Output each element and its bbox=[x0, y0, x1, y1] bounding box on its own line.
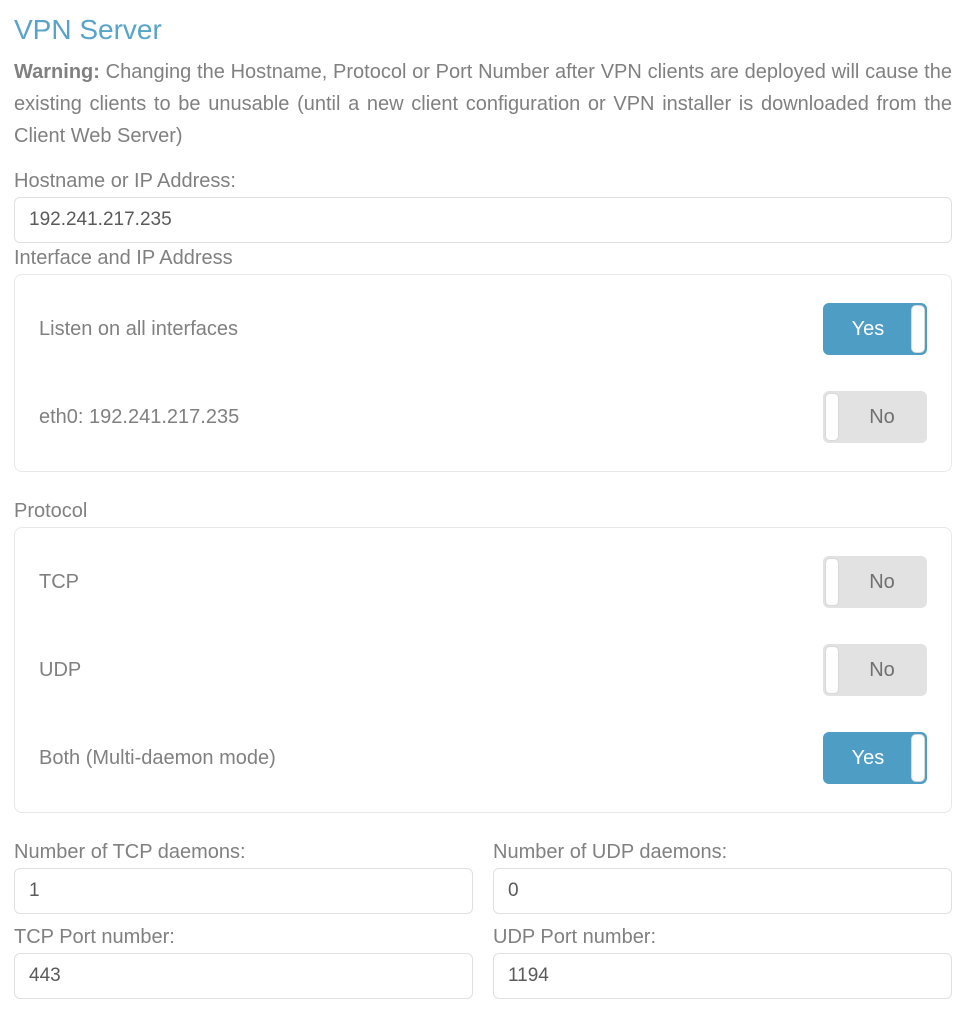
toggle-handle bbox=[825, 558, 839, 606]
page-title: VPN Server bbox=[14, 14, 952, 46]
udp-port-input[interactable] bbox=[493, 953, 952, 999]
protocol-section-label: Protocol bbox=[14, 500, 952, 523]
interface-option-row: eth0: 192.241.217.235 No bbox=[39, 373, 927, 453]
toggle-handle bbox=[911, 734, 925, 782]
toggle-listen-all-interfaces[interactable]: Yes bbox=[823, 303, 927, 355]
udp-daemons-input[interactable] bbox=[493, 868, 952, 914]
warning-label: Warning: bbox=[14, 61, 100, 83]
toggle-handle bbox=[825, 646, 839, 694]
toggle-handle bbox=[825, 393, 839, 441]
tcp-port-input[interactable] bbox=[14, 953, 473, 999]
protocol-option-row: TCP No bbox=[39, 546, 927, 626]
udp-daemons-label: Number of UDP daemons: bbox=[493, 841, 952, 864]
hostname-input[interactable] bbox=[14, 197, 952, 243]
warning-paragraph: Warning: Changing the Hostname, Protocol… bbox=[14, 56, 952, 152]
tcp-port-label: TCP Port number: bbox=[14, 926, 473, 949]
interface-option-label: eth0: 192.241.217.235 bbox=[39, 406, 239, 429]
tcp-daemons-label: Number of TCP daemons: bbox=[14, 841, 473, 864]
protocol-option-label: Both (Multi-daemon mode) bbox=[39, 747, 276, 770]
hostname-label: Hostname or IP Address: bbox=[14, 170, 952, 193]
interface-option-label: Listen on all interfaces bbox=[39, 318, 238, 341]
protocol-option-row: Both (Multi-daemon mode) Yes bbox=[39, 714, 927, 794]
toggle-tcp[interactable]: No bbox=[823, 556, 927, 608]
interface-section-label: Interface and IP Address bbox=[14, 247, 952, 270]
toggle-eth0[interactable]: No bbox=[823, 391, 927, 443]
toggle-both[interactable]: Yes bbox=[823, 732, 927, 784]
tcp-daemons-input[interactable] bbox=[14, 868, 473, 914]
protocol-option-group: TCP No UDP No Both (Multi-daemon mode) Y… bbox=[14, 527, 952, 813]
port-number-row: TCP Port number: UDP Port number: bbox=[14, 926, 952, 1003]
protocol-option-row: UDP No bbox=[39, 626, 927, 714]
interface-option-group: Listen on all interfaces Yes eth0: 192.2… bbox=[14, 274, 952, 472]
toggle-handle bbox=[911, 305, 925, 353]
protocol-option-label: UDP bbox=[39, 659, 81, 682]
toggle-udp[interactable]: No bbox=[823, 644, 927, 696]
warning-body: Changing the Hostname, Protocol or Port … bbox=[14, 61, 952, 147]
protocol-option-label: TCP bbox=[39, 571, 79, 594]
udp-port-label: UDP Port number: bbox=[493, 926, 952, 949]
daemon-count-row: Number of TCP daemons: Number of UDP dae… bbox=[14, 841, 952, 918]
interface-option-row: Listen on all interfaces Yes bbox=[39, 293, 927, 373]
